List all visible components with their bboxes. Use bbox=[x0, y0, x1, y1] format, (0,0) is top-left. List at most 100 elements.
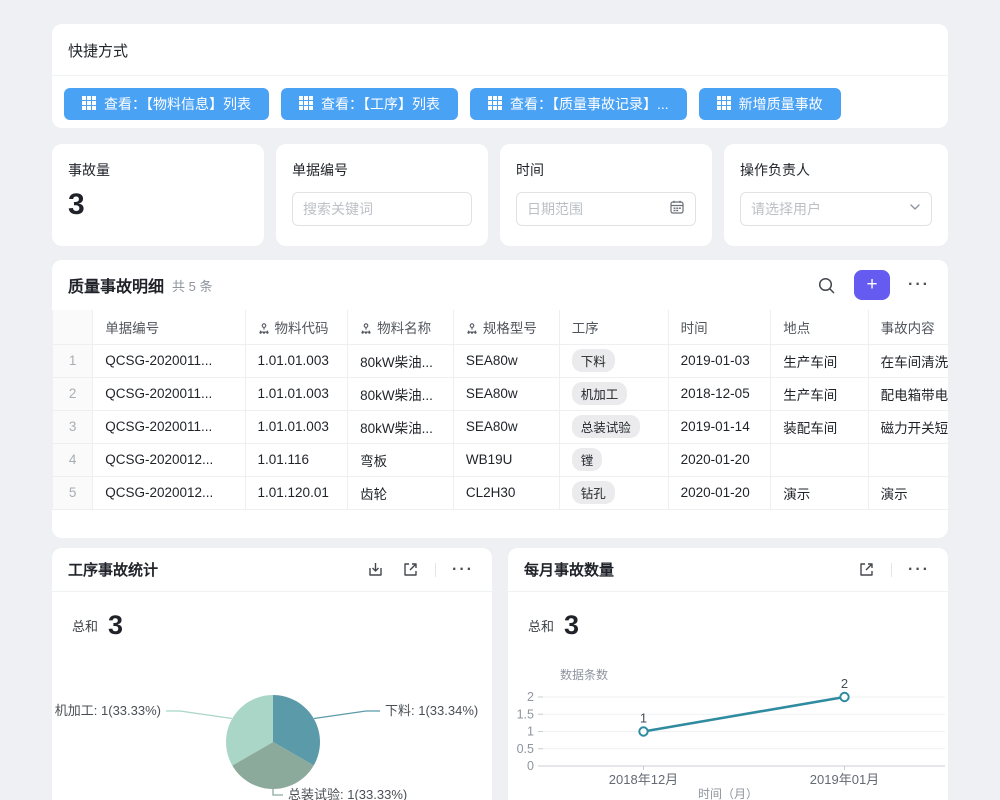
table-row[interactable]: 1QCSG-2020011...1.01.01.00380kW柴油...SEA8… bbox=[53, 344, 949, 377]
table-header-row: 单据编号物料代码物料名称规格型号工序时间地点事故内容操作负责人 bbox=[53, 310, 949, 344]
shortcut-button-1[interactable]: 查看：【物料信息】列表 bbox=[64, 88, 269, 120]
pie-more-menu-icon[interactable]: ··· bbox=[450, 559, 476, 581]
pie-slice-下料 bbox=[273, 695, 320, 766]
shortcut-button-row: 查看：【物料信息】列表 查看：【工序】列表 查看：【质量事故记录】... 新增质量事故 bbox=[52, 76, 948, 128]
row-number-header bbox=[53, 310, 93, 344]
column-header-0[interactable]: 单据编号 bbox=[93, 310, 245, 344]
divider bbox=[891, 563, 892, 577]
incident-table: 单据编号物料代码物料名称规格型号工序时间地点事故内容操作负责人 1QCSG-20… bbox=[52, 310, 948, 510]
cell-spec: SEA80w bbox=[453, 344, 559, 377]
column-header-7[interactable]: 事故内容 bbox=[868, 310, 948, 344]
download-icon[interactable] bbox=[365, 559, 386, 580]
cell-content: 在车间清洗... bbox=[868, 344, 948, 377]
monthly-count-chart-card: 每月事故数量 ··· 总和 3 数据条数00.511.522018年12月201… bbox=[508, 548, 948, 800]
cell-doc-no: QCSG-2020012... bbox=[93, 476, 245, 509]
y-tick-label: 1 bbox=[527, 725, 534, 739]
grid-icon bbox=[488, 96, 502, 113]
divider bbox=[435, 563, 436, 577]
shortcut-button-2[interactable]: 查看：【工序】列表 bbox=[281, 88, 458, 120]
chevron-down-icon bbox=[909, 200, 921, 218]
cell-place: 装配车间 bbox=[771, 410, 868, 443]
line-total-label: 总和 bbox=[528, 616, 554, 639]
owner-select[interactable]: 请选择用户 bbox=[740, 192, 932, 226]
table-row-count: 共 5 条 bbox=[172, 276, 212, 295]
y-tick-label: 1.5 bbox=[517, 707, 534, 721]
cell-material-name: 80kW柴油... bbox=[348, 377, 454, 410]
shortcuts-card: 快捷方式 查看：【物料信息】列表查看：【工序】列表查看：【质量事故记录】...新… bbox=[52, 24, 948, 128]
row-number: 3 bbox=[53, 410, 93, 443]
line-more-menu-icon[interactable]: ··· bbox=[906, 559, 932, 581]
column-header-3[interactable]: 规格型号 bbox=[453, 310, 559, 344]
grid-icon bbox=[82, 96, 96, 113]
cell-place: 生产车间 bbox=[771, 344, 868, 377]
metric-label: 事故量 bbox=[52, 144, 264, 180]
shortcut-button-3[interactable]: 查看：【质量事故记录】... bbox=[470, 88, 687, 120]
time-label: 时间 bbox=[500, 144, 712, 180]
cell-process: 钻孔 bbox=[559, 476, 668, 509]
pie-total-value: 3 bbox=[108, 612, 123, 639]
shortcut-button-4[interactable]: 新增质量事故 bbox=[699, 88, 841, 120]
cell-date: 2019-01-14 bbox=[668, 410, 771, 443]
cell-date: 2019-01-03 bbox=[668, 344, 771, 377]
table-row[interactable]: 5QCSG-2020012...1.01.120.01齿轮CL2H30钻孔202… bbox=[53, 476, 949, 509]
incident-table-card: 质量事故明细 共 5 条 + ··· 单据编号物料代码物料名称规格型号工序时间地… bbox=[52, 260, 948, 538]
y-tick-label: 0 bbox=[527, 759, 534, 773]
cell-material-code: 1.01.01.003 bbox=[245, 344, 348, 377]
shortcut-button-label: 查看：【质量事故记录】... bbox=[510, 94, 669, 114]
table-more-menu-icon[interactable]: ··· bbox=[906, 274, 932, 296]
row-number: 1 bbox=[53, 344, 93, 377]
cell-process: 机加工 bbox=[559, 377, 668, 410]
cell-content: 磁力开关短... bbox=[868, 410, 948, 443]
cell-process: 总装试验 bbox=[559, 410, 668, 443]
add-record-button[interactable]: + bbox=[854, 270, 890, 300]
doc-no-search-input[interactable]: 搜索关键词 bbox=[292, 192, 472, 226]
open-in-new-icon[interactable] bbox=[400, 559, 421, 580]
pie-label-下料: 下料: 1(33.34%) bbox=[385, 703, 478, 718]
process-tag: 镗 bbox=[572, 448, 603, 471]
row-number: 4 bbox=[53, 443, 93, 476]
process-tag: 钻孔 bbox=[572, 481, 615, 504]
table-row[interactable]: 3QCSG-2020011...1.01.01.00380kW柴油...SEA8… bbox=[53, 410, 949, 443]
date-range-input[interactable]: 日期范围 bbox=[516, 192, 696, 226]
open-in-new-icon[interactable] bbox=[856, 559, 877, 580]
cell-material-name: 80kW柴油... bbox=[348, 344, 454, 377]
table-title: 质量事故明细 bbox=[68, 273, 164, 297]
row-number: 5 bbox=[53, 476, 93, 509]
x-tick-label: 2019年01月 bbox=[810, 772, 879, 787]
cell-date: 2018-12-05 bbox=[668, 377, 771, 410]
cell-material-name: 齿轮 bbox=[348, 476, 454, 509]
table-row[interactable]: 2QCSG-2020011...1.01.01.00380kW柴油...SEA8… bbox=[53, 377, 949, 410]
line-total-value: 3 bbox=[564, 612, 579, 639]
owner-placeholder: 请选择用户 bbox=[751, 199, 903, 219]
cell-place: 演示 bbox=[771, 476, 868, 509]
y-tick-label: 2 bbox=[527, 690, 534, 704]
cell-process: 下料 bbox=[559, 344, 668, 377]
column-header-4[interactable]: 工序 bbox=[559, 310, 668, 344]
pie-label-机加工: 机加工: 1(33.33%) bbox=[55, 703, 161, 718]
owner-filter-card: 操作负责人 请选择用户 bbox=[724, 144, 948, 246]
column-header-1[interactable]: 物料代码 bbox=[245, 310, 348, 344]
process-tag: 下料 bbox=[572, 349, 615, 372]
column-header-2[interactable]: 物料名称 bbox=[348, 310, 454, 344]
cell-content bbox=[868, 443, 948, 476]
calendar-icon bbox=[669, 199, 685, 220]
cell-spec: WB19U bbox=[453, 443, 559, 476]
doc-no-label: 单据编号 bbox=[276, 144, 488, 180]
cell-place bbox=[771, 443, 868, 476]
cell-spec: SEA80w bbox=[453, 377, 559, 410]
table-row[interactable]: 4QCSG-2020012...1.01.116弯板WB19U镗2020-01-… bbox=[53, 443, 949, 476]
shortcut-button-label: 查看：【物料信息】列表 bbox=[104, 94, 251, 114]
metric-value: 3 bbox=[52, 180, 264, 222]
column-header-5[interactable]: 时间 bbox=[668, 310, 771, 344]
cell-spec: CL2H30 bbox=[453, 476, 559, 509]
column-header-6[interactable]: 地点 bbox=[771, 310, 868, 344]
grid-icon bbox=[717, 96, 731, 113]
pie-total-label: 总和 bbox=[72, 616, 98, 639]
line-y-axis-label: 数据条数 bbox=[560, 667, 608, 682]
search-icon[interactable] bbox=[815, 274, 838, 297]
cell-doc-no: QCSG-2020011... bbox=[93, 410, 245, 443]
cell-content: 演示 bbox=[868, 476, 948, 509]
process-tag: 机加工 bbox=[572, 382, 628, 405]
pie-slice-机加工 bbox=[226, 695, 273, 766]
doc-no-filter-card: 单据编号 搜索关键词 bbox=[276, 144, 488, 246]
